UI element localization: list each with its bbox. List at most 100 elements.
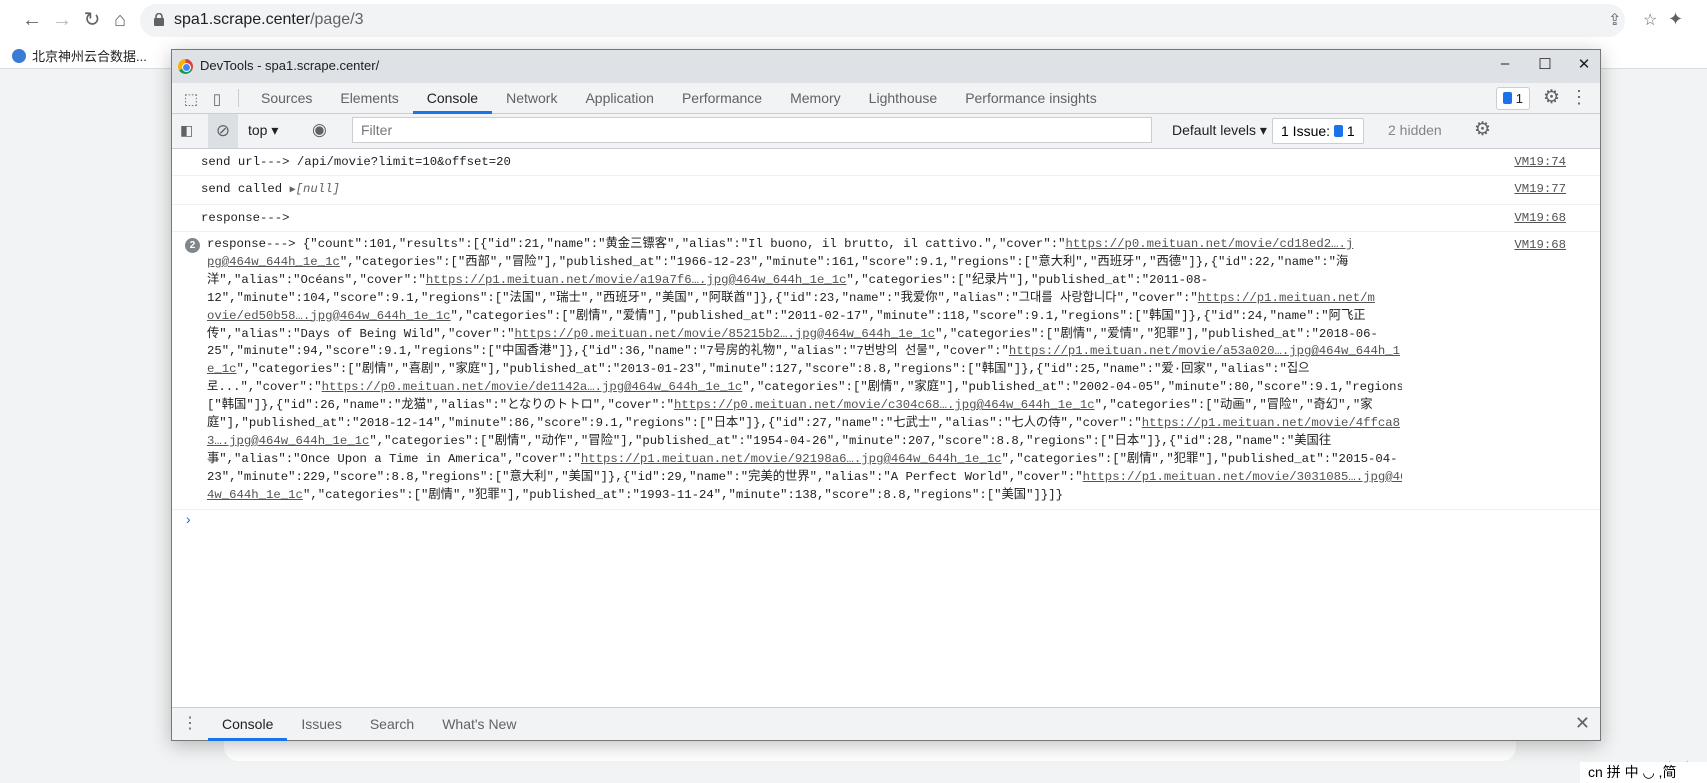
repeat-count-badge: 2 — [185, 238, 200, 253]
context-selector[interactable]: top ▾ — [248, 122, 278, 139]
tab-lighthouse[interactable]: Lighthouse — [855, 83, 952, 113]
response-text: 25","minute":94,"score":9.1,"regions":["… — [207, 344, 1009, 359]
hidden-count: 2 hidden — [1388, 122, 1442, 138]
cover-url-link[interactable]: 4w_644h_1e_1c — [207, 488, 303, 502]
console-settings-gear-icon[interactable]: ⚙ — [1474, 118, 1491, 141]
drawer-menu-icon[interactable]: ⋮ — [172, 708, 208, 740]
issues-badge-button[interactable]: 1 — [1495, 87, 1530, 110]
cover-url-link[interactable]: ovie/ed50b58….jpg@464w_644h_1e_1c — [207, 309, 451, 323]
device-toolbar-icon[interactable]: ▯ — [204, 83, 230, 114]
tab-console[interactable]: Console — [412, 83, 493, 114]
drawer-tab-what-s-new[interactable]: What's New — [428, 708, 530, 740]
bookmark-label: 北京神州云合数据... — [32, 49, 147, 64]
response-line: 25","minute":94,"score":9.1,"regions":["… — [207, 343, 1402, 361]
bookmark-item[interactable]: 北京神州云合数据... — [12, 46, 147, 65]
source-link[interactable]: VM19:74 — [1514, 154, 1566, 170]
drawer-tab-issues[interactable]: Issues — [287, 708, 355, 740]
reload-icon[interactable]: ↻ — [80, 8, 104, 32]
source-link[interactable]: VM19:77 — [1514, 181, 1566, 197]
filter-input[interactable] — [352, 117, 1152, 143]
cover-url-link[interactable]: https://p1.meituan.net/movie/4ffca8 — [1142, 416, 1400, 430]
devtools-titlebar: DevTools - spa1.scrape.center/ – ☐ ✕ — [172, 50, 1600, 83]
response-text: 23","minute":229,"score":8.8,"regions":[… — [207, 469, 1083, 484]
log-text: send url---> /api/movie?limit=10&offset=… — [201, 155, 511, 169]
star-icon[interactable]: ☆ — [1643, 10, 1657, 30]
response-text: ","categories":["纪录片"],"published_at":"2… — [846, 272, 1209, 287]
drawer-tab-search[interactable]: Search — [356, 708, 428, 740]
cover-url-link[interactable]: https://p1.meituan.net/movie/3031085….jp… — [1083, 470, 1402, 484]
log-value[interactable]: [null] — [296, 182, 340, 196]
console-toolbar: ◧ ⊘ top ▾ ◉ Default levels ▾ 1 Issue: 1 … — [172, 114, 1600, 149]
extensions-icon[interactable]: ✦ — [1668, 9, 1683, 30]
minimize-button[interactable]: – — [1490, 55, 1520, 72]
cover-url-link[interactable]: https://p0.meituan.net/movie/cd18ed2….j — [1065, 237, 1353, 251]
tab-memory[interactable]: Memory — [776, 83, 855, 113]
cover-url-link[interactable]: https://p0.meituan.net/movie/c304c68….jp… — [674, 398, 1095, 412]
chrome-logo-icon — [178, 59, 193, 74]
close-window-button[interactable]: ✕ — [1569, 55, 1599, 73]
back-icon[interactable]: ← — [20, 8, 44, 32]
more-options-icon[interactable]: ⋮ — [1570, 87, 1588, 108]
clear-console-icon[interactable]: ⊘ — [208, 114, 238, 148]
log-text: send called — [201, 182, 283, 196]
log-row: send url---> /api/movie?limit=10&offset=… — [172, 149, 1600, 176]
maximize-button[interactable]: ☐ — [1530, 55, 1560, 73]
cover-url-link[interactable]: pg@464w_644h_1e_1c — [207, 255, 340, 269]
cover-url-link[interactable]: https://p0.meituan.net/movie/85215b2….jp… — [514, 327, 935, 341]
source-link[interactable]: VM19:68 — [1514, 210, 1566, 226]
cover-url-link[interactable]: 3….jpg@464w_644h_1e_1c — [207, 434, 369, 448]
response-line: response---> {"count":101,"results":[{"i… — [207, 236, 1402, 254]
response-text: response---> {"count":101,"results":[{"i… — [207, 237, 1066, 251]
response-line: pg@464w_644h_1e_1c","categories":["西部","… — [207, 254, 1402, 272]
tab-sources[interactable]: Sources — [247, 83, 326, 113]
cover-url-link[interactable]: e_1c — [207, 362, 237, 376]
tab-elements[interactable]: Elements — [326, 83, 412, 113]
log-levels-dropdown[interactable]: Default levels ▾ — [1172, 122, 1267, 139]
response-text: 传","alias":"Days of Being Wild","cover":… — [207, 326, 515, 341]
issues-button[interactable]: 1 Issue: 1 — [1272, 118, 1364, 144]
response-line: 3….jpg@464w_644h_1e_1c","categories":["剧… — [207, 433, 1402, 451]
ime-indicator[interactable]: cn 拼 中 ◡ ,简 — [1580, 762, 1707, 783]
tab-network[interactable]: Network — [492, 83, 571, 113]
cover-url-link[interactable]: https://p0.meituan.net/movie/de1142a….jp… — [322, 380, 743, 394]
response-line: 로...","cover":"https://p0.meituan.net/mo… — [207, 379, 1402, 397]
response-text: 洋","alias":"Océans","cover":" — [207, 272, 426, 287]
devtools-drawer: ⋮ Console Issues Search What's New ✕ — [172, 707, 1600, 741]
cover-url-link[interactable]: https://p1.meituan.net/movie/a53a020….jp… — [1009, 344, 1400, 358]
response-text: ","categories":["剧情","爱情"],"published_at… — [450, 308, 1366, 323]
response-line: 传","alias":"Days of Being Wild","cover":… — [207, 326, 1402, 344]
share-icon[interactable]: ⇪ — [1608, 10, 1621, 30]
response-text: ","categories":["剧情","爱情","犯罪"],"publish… — [935, 326, 1378, 341]
live-expression-eye-icon[interactable]: ◉ — [312, 120, 327, 140]
address-bar[interactable]: spa1.scrape.center/page/3 ⇪ ☆ — [140, 4, 1657, 37]
inspect-element-icon[interactable]: ⬚ — [178, 83, 204, 114]
close-drawer-icon[interactable]: ✕ — [1575, 713, 1590, 734]
source-link[interactable]: VM19:68 — [1514, 237, 1566, 253]
response-text: ","categories":["动画","冒险","奇幻","家 — [1094, 398, 1373, 413]
response-line: e_1c","categories":["剧情","喜剧","家庭"],"pub… — [207, 361, 1402, 379]
log-row: response---> VM19:68 — [172, 205, 1600, 232]
cover-url-link[interactable]: https://p1.meituan.net/movie/a19a7f6….jp… — [426, 273, 847, 287]
response-line: 12","minute":104,"score":9.1,"regions":[… — [207, 290, 1402, 308]
sidebar-toggle-icon[interactable]: ◧ — [180, 122, 193, 139]
console-messages: send url---> /api/movie?limit=10&offset=… — [172, 149, 1600, 532]
home-icon[interactable]: ⌂ — [108, 8, 132, 32]
log-row: send called ▶[null] VM19:77 — [172, 176, 1600, 205]
cover-url-link[interactable]: https://p1.meituan.net/movie/92198a6….jp… — [581, 452, 1002, 466]
tab-performance-insights[interactable]: Performance insights — [951, 83, 1111, 113]
console-prompt[interactable]: › — [172, 510, 1600, 532]
drawer-tab-console[interactable]: Console — [208, 708, 288, 741]
response-line: 洋","alias":"Océans","cover":"https://p1.… — [207, 272, 1402, 290]
url-text: spa1.scrape.center/page/3 — [174, 11, 364, 28]
browser-toolbar: ← → ↻ ⌂ spa1.scrape.center/page/3 ⇪ ☆ ✦ — [0, 0, 1707, 41]
log-text: response---> — [201, 211, 290, 225]
tab-performance[interactable]: Performance — [668, 83, 776, 113]
cover-url-link[interactable]: https://p1.meituan.net/m — [1198, 291, 1375, 305]
response-text: 로...","cover":" — [207, 380, 322, 395]
response-line: ovie/ed50b58….jpg@464w_644h_1e_1c","cate… — [207, 308, 1402, 326]
settings-gear-icon[interactable]: ⚙ — [1543, 86, 1560, 109]
response-text: 庭"],"published_at":"2018-12-14","minute"… — [207, 416, 1142, 431]
response-line: 23","minute":229,"score":8.8,"regions":[… — [207, 469, 1402, 487]
forward-icon[interactable]: → — [50, 8, 74, 32]
tab-application[interactable]: Application — [571, 83, 668, 113]
